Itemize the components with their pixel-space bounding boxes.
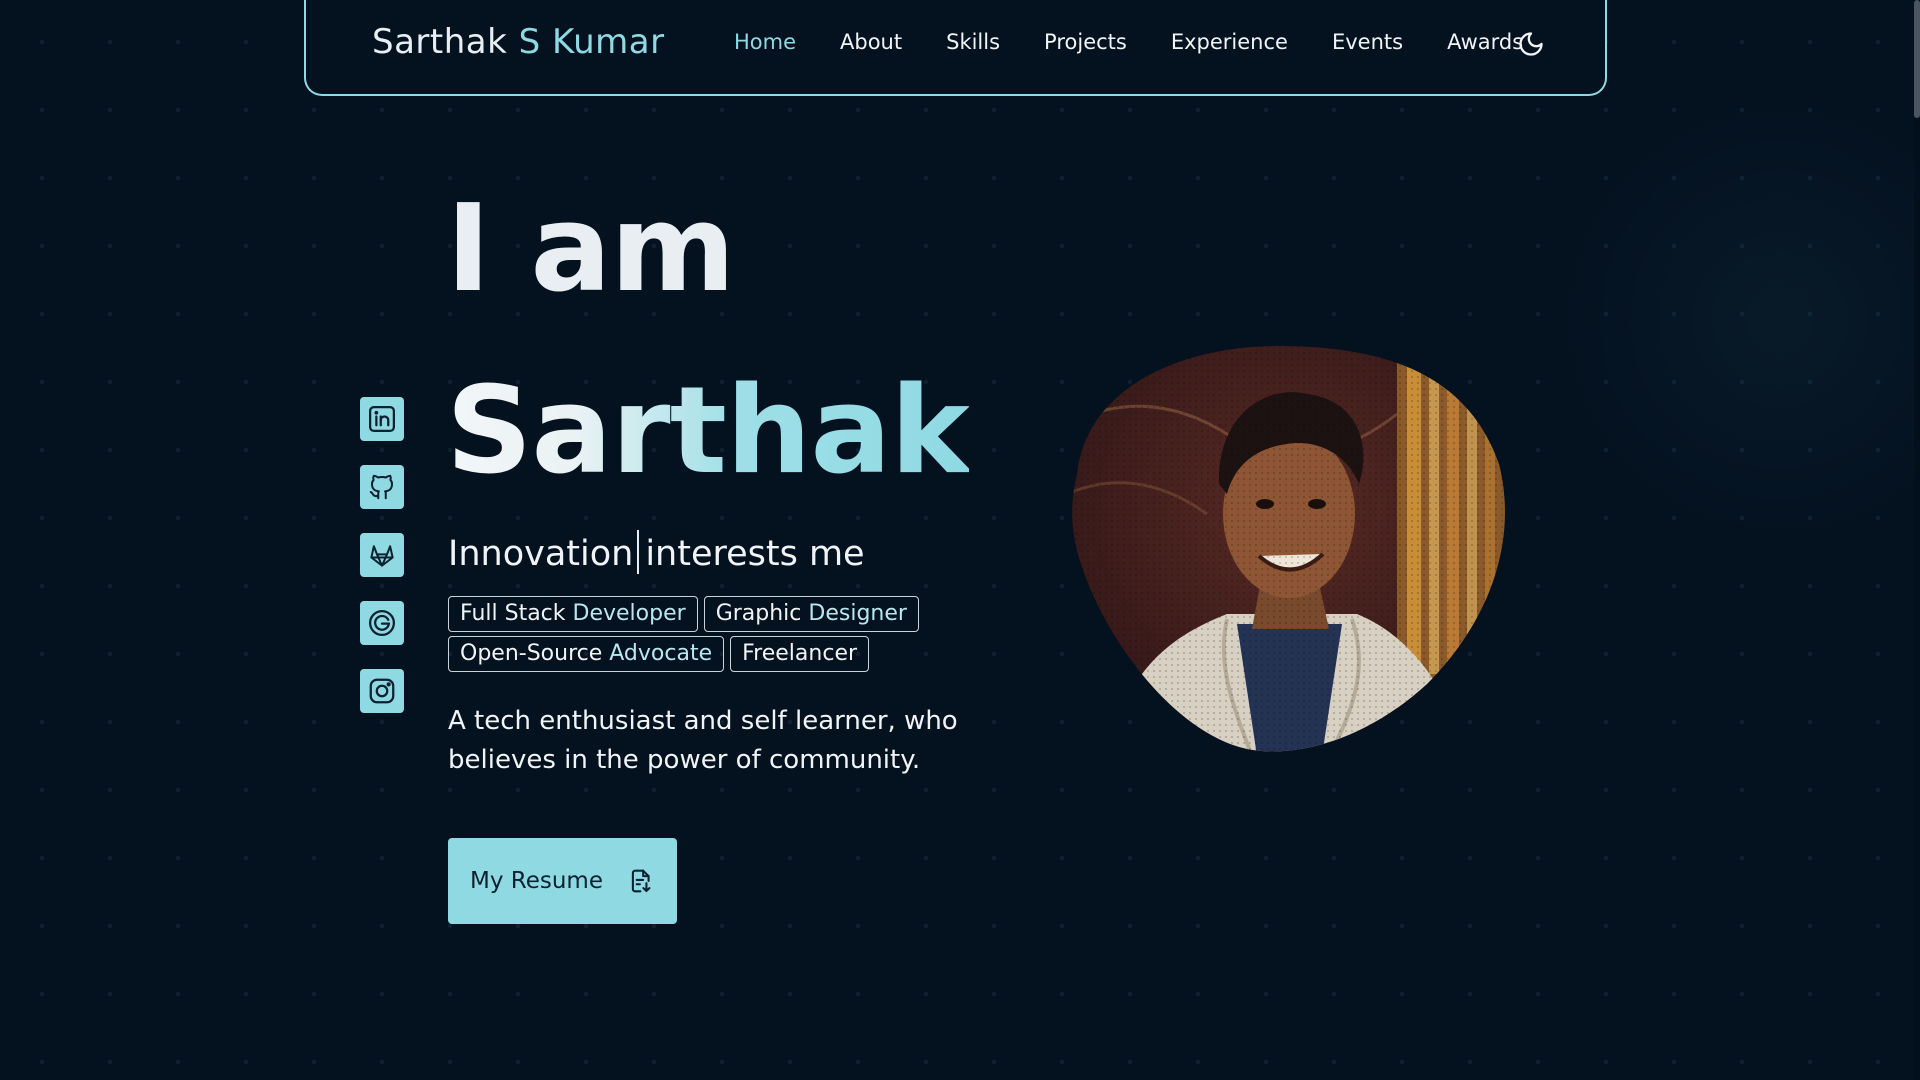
nav-events[interactable]: Events: [1332, 30, 1403, 54]
role-tag: Freelancer: [730, 636, 870, 672]
role-tag: Graphic Designer: [703, 596, 919, 632]
instagram-link[interactable]: [360, 669, 404, 713]
hero-description: A tech enthusiast and self learner, who …: [448, 706, 958, 775]
nav-home[interactable]: Home: [734, 30, 796, 54]
gitlab-icon: [370, 545, 394, 567]
instagram-icon: [369, 678, 395, 704]
hero-tagline: Innovation interests me: [448, 530, 865, 574]
background-glow: [1520, 60, 1920, 580]
portfolio-page: Sarthak S Kumar Home About Skills Projec…: [0, 0, 1920, 1080]
profile-photo: [1072, 345, 1505, 752]
nav-skills[interactable]: Skills: [946, 30, 1000, 54]
linkedin-icon: [369, 406, 395, 432]
role-tag: Full Stack Developer: [448, 596, 698, 632]
nav-about[interactable]: About: [840, 30, 902, 54]
role-tags: Full Stack Developer Graphic Designer Op…: [448, 596, 968, 672]
typing-caret: [637, 530, 640, 574]
role-tag: Open-Source Advocate: [448, 636, 725, 672]
nav-links: Home About Skills Projects Experience Ev…: [734, 30, 1567, 54]
brand-last-name: S Kumar: [518, 22, 665, 62]
hero-name: Sarthak: [446, 362, 970, 501]
github-icon: [369, 474, 393, 500]
google-icon: [369, 610, 395, 636]
page-scrollbar[interactable]: [1914, 0, 1920, 1080]
resume-button[interactable]: My Resume: [448, 838, 677, 924]
navbar: Sarthak S Kumar Home About Skills Projec…: [304, 0, 1607, 96]
nav-experience[interactable]: Experience: [1171, 30, 1288, 54]
tagline-rest: interests me: [645, 534, 865, 574]
moon-icon: [1519, 32, 1543, 56]
brand-logo[interactable]: Sarthak S Kumar: [372, 22, 665, 62]
gitlab-link[interactable]: [360, 533, 404, 577]
github-link[interactable]: [360, 465, 404, 509]
brand-first-name: Sarthak: [372, 22, 508, 62]
scrollbar-thumb[interactable]: [1914, 0, 1920, 118]
nav-awards[interactable]: Awards: [1447, 30, 1523, 54]
theme-toggle-button[interactable]: [1517, 30, 1545, 58]
linkedin-link[interactable]: [360, 397, 404, 441]
nav-projects[interactable]: Projects: [1044, 30, 1127, 54]
document-download-icon: [631, 869, 651, 893]
social-links: [360, 397, 404, 737]
hero-intro: I am: [446, 180, 735, 319]
google-link[interactable]: [360, 601, 404, 645]
tagline-typed-word: Innovation: [448, 534, 634, 574]
resume-button-label: My Resume: [470, 868, 603, 894]
